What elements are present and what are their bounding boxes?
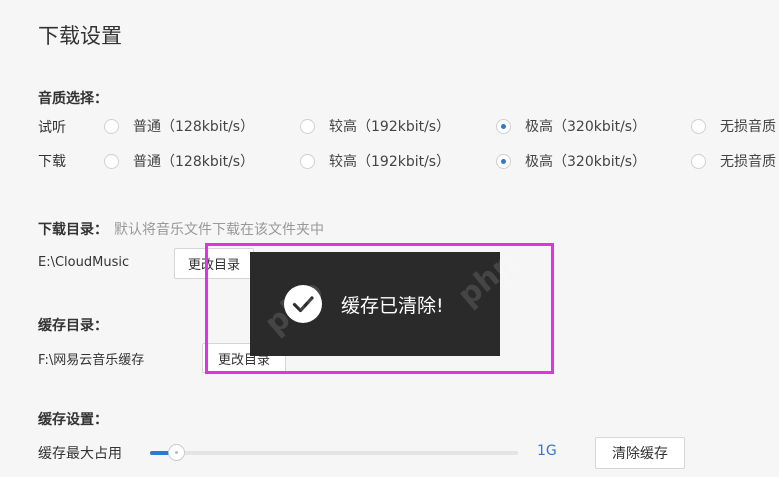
preview-option-lossless[interactable]: 无损音质 (691, 116, 776, 136)
radio-icon[interactable] (104, 153, 119, 169)
radio-icon[interactable] (300, 153, 315, 169)
cache-dir-label: 缓存目录： (38, 318, 108, 334)
download-option-normal[interactable]: 普通（128kbit/s） (104, 151, 254, 171)
preview-option-high[interactable]: 较高（192kbit/s） (300, 116, 450, 136)
highlight-box (205, 243, 554, 374)
download-row-label: 下载 (38, 154, 66, 170)
preview-option-normal[interactable]: 普通（128kbit/s） (104, 116, 254, 136)
radio-icon[interactable] (300, 118, 315, 134)
preview-row-label: 试听 (38, 120, 66, 136)
download-dir-label: 下载目录： 默认将音乐文件下载在该文件夹中 (38, 222, 324, 238)
download-dir-hint: 默认将音乐文件下载在该文件夹中 (114, 222, 324, 238)
cache-max-label: 缓存最大占用 (38, 446, 122, 462)
download-option-lossless[interactable]: 无损音质 (691, 151, 776, 171)
cache-settings-label: 缓存设置： (38, 412, 108, 428)
preview-option-extreme[interactable]: 极高（320kbit/s） (496, 116, 646, 136)
cache-size-slider[interactable] (150, 451, 518, 455)
clear-cache-button[interactable]: 清除缓存 (595, 437, 685, 469)
cache-size-slider-handle[interactable] (167, 444, 185, 461)
radio-icon[interactable] (104, 118, 119, 134)
download-option-high[interactable]: 较高（192kbit/s） (300, 151, 450, 171)
cache-size-value: 1G (537, 443, 557, 459)
page-title: 下载设置 (38, 24, 122, 48)
radio-icon[interactable] (691, 118, 706, 134)
download-dir-path: E:\CloudMusic (38, 255, 130, 270)
quality-section-label: 音质选择： (38, 91, 108, 107)
cache-dir-path: F:\网易云音乐缓存 (38, 353, 145, 368)
radio-selected-icon[interactable] (496, 153, 511, 169)
download-option-extreme[interactable]: 极高（320kbit/s） (496, 151, 646, 171)
radio-icon[interactable] (691, 153, 706, 169)
radio-selected-icon[interactable] (496, 118, 511, 134)
